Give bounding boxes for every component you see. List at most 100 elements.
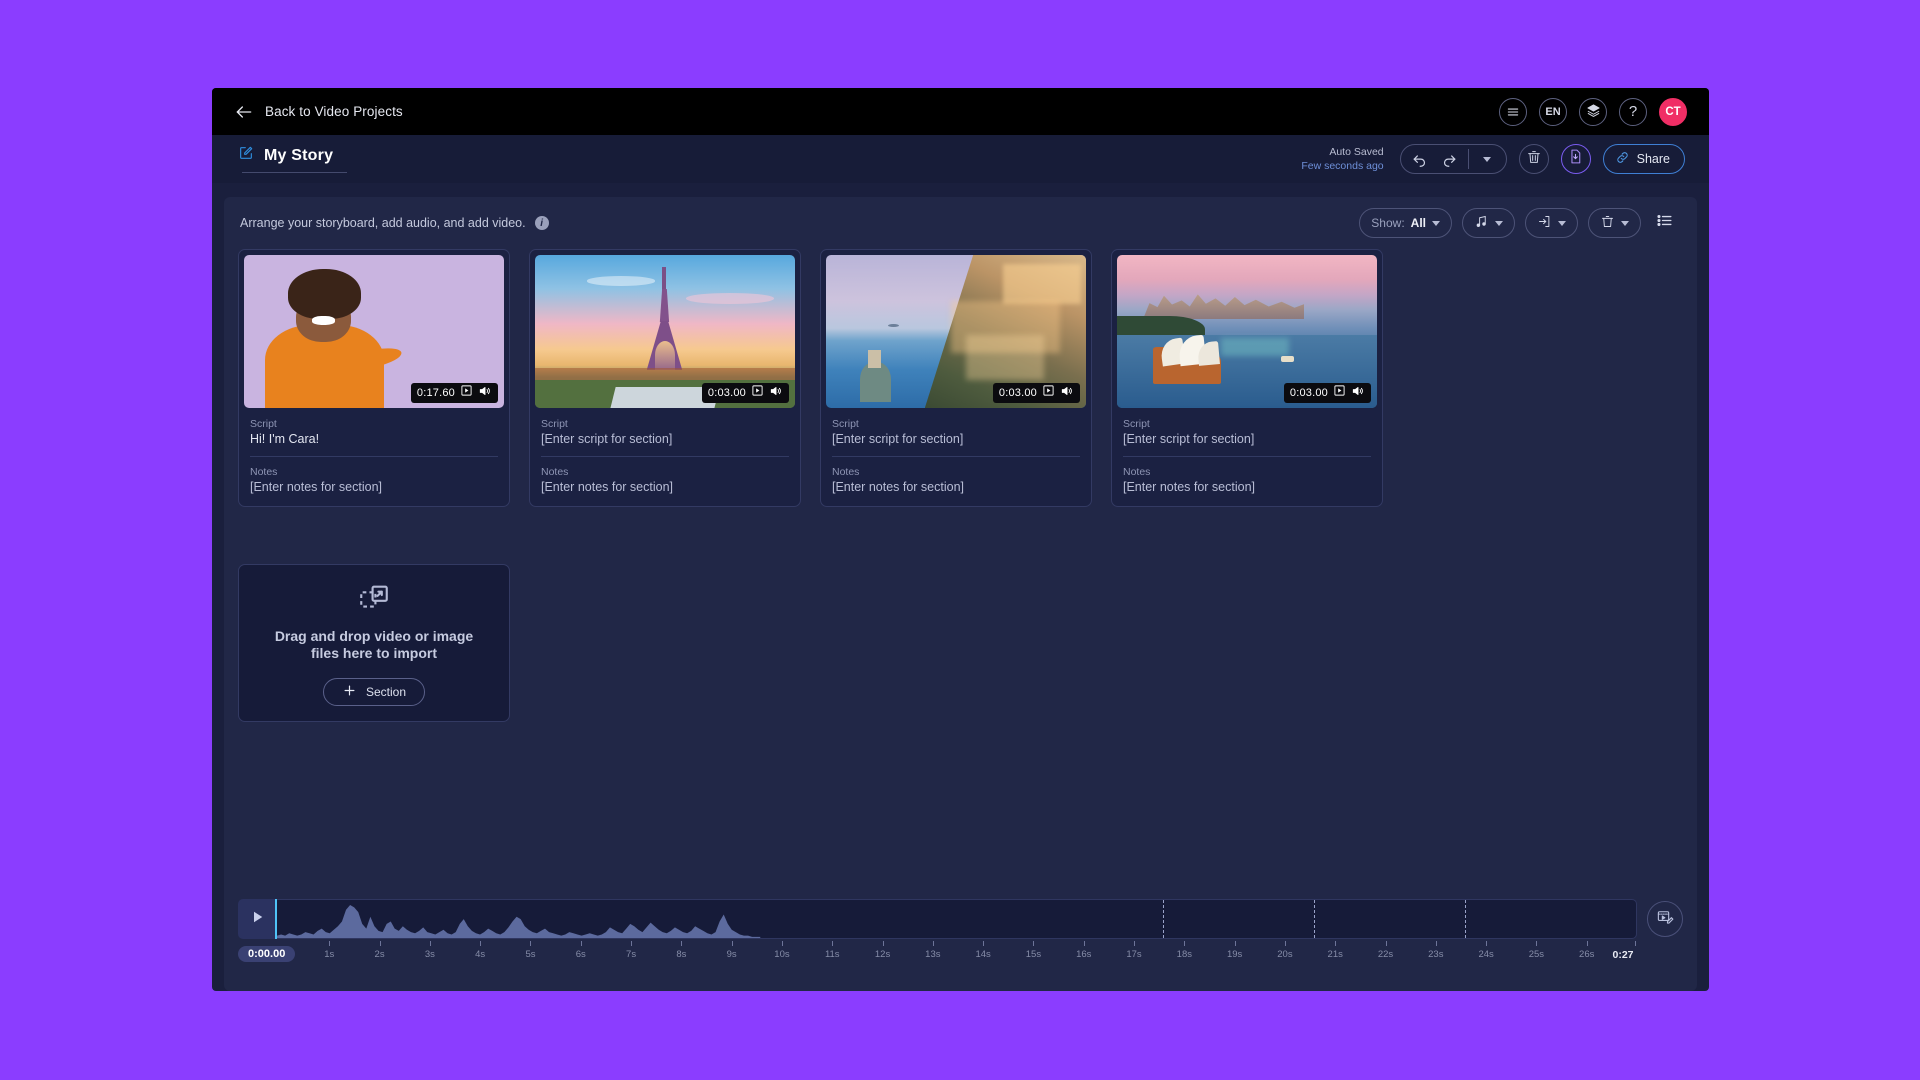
duration-label: 0:17.60 [417,387,455,399]
ruler-tick [1587,941,1588,946]
timeline-track[interactable] [277,899,1637,939]
storyboard-card[interactable]: 0:03.00 Scri [529,249,801,507]
card-thumbnail[interactable]: 0:17.60 [244,255,504,408]
ruler-tick-label: 9s [727,949,737,960]
storyboard-card[interactable]: 0:17.60 Scri [238,249,510,507]
layers-icon [1586,103,1601,121]
import-dropdown-button[interactable] [1525,208,1578,238]
ruler-tick-label: 1s [324,949,334,960]
storyboard-card[interactable]: 0:03.00 Scri [1111,249,1383,507]
undo-button[interactable] [1405,145,1435,173]
speaker-on-icon[interactable] [1351,384,1365,403]
script-label: Script [250,418,498,430]
info-icon[interactable]: i [535,216,549,230]
notes-label: Notes [832,466,1080,478]
add-section-button[interactable]: Section [323,678,425,706]
speaker-on-icon[interactable] [769,384,783,403]
notes-input[interactable]: [Enter notes for section] [832,480,1080,494]
delete-project-button[interactable] [1519,144,1549,174]
duration-label: 0:03.00 [1290,387,1328,399]
back-to-projects-link[interactable]: Back to Video Projects [234,102,403,122]
chevron-down-icon [1483,157,1491,162]
storyboard-card[interactable]: 0:03.00 Scri [820,249,1092,507]
notes-input[interactable]: [Enter notes for section] [1123,480,1371,494]
edit-pencil-icon[interactable] [238,145,254,166]
card-body: Script [Enter script for section] Notes … [821,408,1091,506]
list-view-button[interactable] [1651,210,1677,236]
edit-video-button[interactable] [1647,901,1683,937]
show-filter-label: Show: [1371,216,1404,230]
play-preview-icon[interactable] [1042,384,1055,402]
ruler-tick-label: 14s [975,949,990,960]
duration-badge: 0:17.60 [411,383,498,403]
chevron-down-icon [1495,221,1503,226]
play-preview-icon[interactable] [751,384,764,402]
storyboard-hint: Arrange your storyboard, add audio, and … [240,216,549,230]
speaker-on-icon[interactable] [478,384,492,403]
media-dropzone[interactable]: Drag and drop video or image files here … [238,564,510,722]
page-title: My Story [264,147,333,165]
card-thumbnail-area[interactable]: 0:03.00 [1112,250,1382,408]
card-thumbnail[interactable]: 0:03.00 [535,255,795,408]
dropzone-text: Drag and drop video or image files here … [275,628,473,663]
script-input[interactable]: [Enter script for section] [1123,432,1371,446]
ruler-tick [1635,941,1636,946]
ruler-tick-label: 11s [825,949,840,960]
history-dropdown-button[interactable] [1472,145,1502,173]
ruler-tick-label: 6s [576,949,586,960]
card-thumbnail[interactable]: 0:03.00 [826,255,1086,408]
divider [541,456,789,457]
list-view-icon [1655,211,1674,235]
language-button[interactable]: EN [1539,98,1567,126]
help-button[interactable]: ? [1619,98,1647,126]
storyboard-hint-text: Arrange your storyboard, add audio, and … [240,216,526,230]
notes-input[interactable]: [Enter notes for section] [250,480,498,494]
script-input[interactable]: Hi! I'm Cara! [250,432,498,446]
script-input[interactable]: [Enter script for section] [541,432,789,446]
timeline-play-button[interactable] [238,899,277,939]
duration-label: 0:03.00 [708,387,746,399]
ruler-tick [1436,941,1437,946]
top-navigation-bar: Back to Video Projects EN ? [212,88,1709,135]
ruler-tick [380,941,381,946]
hamburger-menu-button[interactable] [1499,98,1527,126]
ruler-tick-label: 24s [1478,949,1493,960]
share-button[interactable]: Share [1603,144,1685,174]
show-filter-dropdown[interactable]: Show: All [1359,208,1452,238]
layers-button[interactable] [1579,98,1607,126]
script-input[interactable]: [Enter script for section] [832,432,1080,446]
card-thumbnail-area[interactable]: 0:17.60 [239,250,509,408]
ruler-tick-label: 17s [1126,949,1141,960]
ruler-tick [933,941,934,946]
ruler-tick [1386,941,1387,946]
redo-button[interactable] [1435,145,1465,173]
storyboard-panel: Arrange your storyboard, add audio, and … [224,197,1697,991]
card-thumbnail-area[interactable]: 0:03.00 [821,250,1091,408]
ruler-tick [480,941,481,946]
dropzone-line2: files here to import [311,645,437,661]
avatar[interactable]: CT [1659,98,1687,126]
chevron-down-icon [1558,221,1566,226]
play-preview-icon[interactable] [460,384,473,402]
ruler-tick [1235,941,1236,946]
plus-icon [342,683,357,701]
card-thumbnail-area[interactable]: 0:03.00 [530,250,800,408]
ruler-tick-label: 4s [475,949,485,960]
ruler-tick [983,941,984,946]
play-preview-icon[interactable] [1333,384,1346,402]
card-thumbnail[interactable]: 0:03.00 [1117,255,1377,408]
back-link-label: Back to Video Projects [265,104,403,119]
audio-dropdown-button[interactable] [1462,208,1515,238]
export-button[interactable] [1561,144,1591,174]
audio-waveform [277,900,1636,938]
duration-badge: 0:03.00 [702,383,789,403]
divider [1468,149,1469,169]
speaker-on-icon[interactable] [1060,384,1074,403]
notes-input[interactable]: [Enter notes for section] [541,480,789,494]
ruler-tick [732,941,733,946]
trash-icon [1600,214,1615,232]
card-body: Script Hi! I'm Cara! Notes [Enter notes … [239,408,509,506]
language-label: EN [1545,106,1560,118]
ruler-tick-label: 10s [774,949,789,960]
delete-dropdown-button[interactable] [1588,208,1641,238]
